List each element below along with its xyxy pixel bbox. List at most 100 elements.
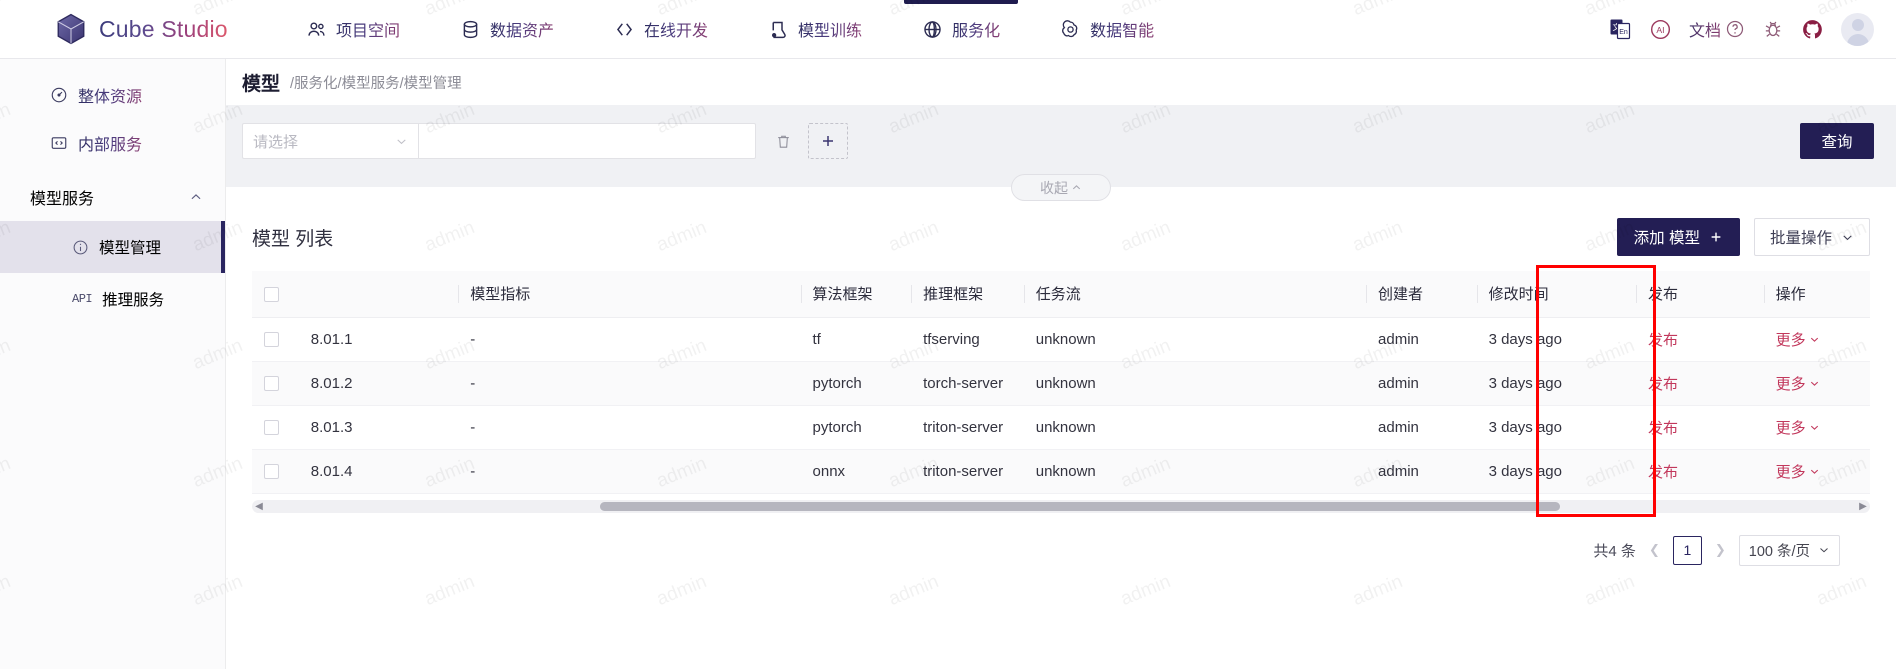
- table-row[interactable]: 8.01.1- tf tfserving unknown admin 3 days ago…: [252, 317, 1870, 362]
- github-button[interactable]: [1801, 18, 1824, 41]
- cell-algo: tf: [800, 317, 912, 362]
- horizontal-scrollbar[interactable]: ◀ ▶: [252, 499, 1870, 513]
- ai-circle-icon: AI: [1650, 19, 1671, 39]
- cell-check: [252, 405, 299, 450]
- model-table: 模型指标 算法框架 推理框架 任务流 创建者 修改时间 发布 操作 8.01.1- tf tfse…: [252, 271, 1870, 494]
- sidebar-item-overall-resources[interactable]: 整体资源: [0, 71, 225, 119]
- sidebar-item-internal-service[interactable]: 内部服务: [0, 119, 225, 167]
- cell-pub: 发布: [1636, 449, 1764, 494]
- publish-link[interactable]: 发布: [1648, 464, 1678, 481]
- translate-button[interactable]: 文 En: [1608, 17, 1632, 41]
- table-header-owner: 创建者: [1366, 271, 1477, 318]
- publish-link[interactable]: 发布: [1648, 420, 1678, 437]
- bug-report-button[interactable]: [1762, 18, 1784, 40]
- nav-item-serving[interactable]: 服务化: [892, 0, 1030, 59]
- header-actions: 文 En AI 文档: [1608, 12, 1896, 46]
- sidebar-item-inference-service[interactable]: API 推理服务: [0, 273, 225, 325]
- filter-add-button[interactable]: [808, 123, 848, 159]
- page-size-label: 100 条/页: [1748, 543, 1810, 560]
- row-checkbox[interactable]: [264, 420, 279, 436]
- table-header-label: 发布: [1648, 286, 1679, 304]
- pagination: 共4 条 ❮ 1 ❯ 100 条/页: [252, 513, 1870, 566]
- nav-label: 项目空间: [336, 17, 400, 41]
- table-row[interactable]: 8.01.4- onnx triton-server unknown admin 3 da…: [252, 449, 1870, 494]
- filter-row: 请选择: [226, 123, 1896, 159]
- publish-link[interactable]: 发布: [1648, 332, 1678, 349]
- table-row[interactable]: 8.01.2- pytorch torch-server unknown admin 3 …: [252, 361, 1870, 406]
- database-icon: [463, 20, 478, 38]
- page-size-select[interactable]: 100 条/页: [1738, 534, 1840, 566]
- scroll-right-arrow[interactable]: ▶: [1856, 501, 1870, 512]
- brand-logo[interactable]: Cube Studio: [0, 12, 276, 46]
- cell-pub: 发布: [1636, 405, 1764, 450]
- cell-metric: -: [458, 361, 801, 406]
- prev-page-button[interactable]: ❮: [1646, 542, 1663, 558]
- nav-item-data-assets[interactable]: 数据资产: [430, 0, 584, 59]
- collapse-filters-button[interactable]: 收起: [1011, 174, 1111, 201]
- sidebar-item-label: 推理服务: [102, 292, 165, 309]
- column-divider: [1636, 285, 1638, 303]
- page-number[interactable]: 1: [1672, 535, 1702, 565]
- nav-item-model-training[interactable]: 模型训练: [738, 0, 892, 59]
- filter-delete-button[interactable]: [764, 123, 802, 159]
- more-actions-link[interactable]: 更多: [1776, 329, 1820, 350]
- filter-field-select[interactable]: 请选择: [242, 123, 418, 159]
- row-checkbox[interactable]: [264, 376, 279, 392]
- docs-button[interactable]: 文档: [1689, 17, 1745, 41]
- row-checkbox[interactable]: [264, 464, 279, 480]
- page-title: 模型: [242, 73, 281, 95]
- sidebar: 整体资源 内部服务 模型服务 模型管理 API 推理服务: [0, 59, 226, 669]
- scroll-left-arrow[interactable]: ◀: [252, 501, 266, 512]
- more-actions-link[interactable]: 更多: [1776, 417, 1820, 438]
- cell-mtime: 3 days ago: [1476, 405, 1637, 450]
- more-label: 更多: [1775, 375, 1806, 393]
- cell-name: 8.01.4: [298, 449, 459, 494]
- add-model-button[interactable]: 添加 模型: [1616, 218, 1740, 256]
- cell-infer: torch-server: [911, 361, 1024, 406]
- avatar[interactable]: [1841, 12, 1874, 46]
- filter-value-input[interactable]: [418, 123, 756, 159]
- ai-button[interactable]: AI: [1649, 18, 1672, 41]
- batch-operations-button[interactable]: 批量操作: [1753, 218, 1870, 256]
- column-divider: [1763, 285, 1765, 303]
- sidebar-item-model-management[interactable]: 模型管理: [0, 221, 225, 273]
- cell-algo: pytorch: [800, 361, 912, 406]
- sidebar-group-model-service[interactable]: 模型服务: [0, 173, 225, 221]
- model-list-panel: 模型 列表 添加 模型 批量操作 模型指标 算法框架 推理框架 任务流 创建者 修改时间发…: [226, 187, 1896, 566]
- cell-algo: onnx: [800, 449, 912, 494]
- filter-bar: 请选择 查询 收起: [226, 105, 1896, 201]
- cell-name: 8.01.1: [298, 317, 459, 362]
- cell-flow: unknown: [1023, 405, 1367, 450]
- table-header-flow: 任务流: [1023, 271, 1367, 318]
- chevron-up-icon: [191, 194, 201, 200]
- table-row[interactable]: 8.01.3- pytorch triton-server unknown admin 3…: [252, 405, 1870, 450]
- filter-select-placeholder: 请选择: [253, 133, 299, 151]
- scrollbar-thumb[interactable]: [600, 501, 1560, 511]
- more-actions-link[interactable]: 更多: [1776, 461, 1820, 482]
- code-icon: [617, 22, 633, 36]
- cell-pub: 发布: [1636, 361, 1764, 406]
- table-head: 模型指标 算法框架 推理框架 任务流 创建者 修改时间 发布 操作: [252, 271, 1870, 318]
- cell-flow: unknown: [1023, 317, 1367, 362]
- info-circle-icon: [73, 240, 88, 254]
- cell-infer: tfserving: [911, 317, 1024, 362]
- table-header-infer: 推理框架: [911, 271, 1024, 318]
- select-all-checkbox[interactable]: [264, 286, 279, 302]
- cell-infer: triton-server: [911, 449, 1024, 494]
- chevron-up-icon: [1072, 185, 1081, 190]
- cell-pub: 发布: [1636, 317, 1764, 362]
- nav-item-project-space[interactable]: 项目空间: [276, 0, 430, 59]
- publish-link[interactable]: 发布: [1648, 376, 1678, 393]
- nav-item-data-intelligence[interactable]: 数据智能: [1030, 0, 1184, 59]
- row-checkbox[interactable]: [264, 332, 279, 348]
- table-header-label: 推理框架: [923, 286, 984, 304]
- more-label: 更多: [1775, 463, 1806, 481]
- bug-icon: [1765, 21, 1781, 37]
- table-header-check: [252, 271, 299, 318]
- query-button[interactable]: 查询: [1800, 123, 1874, 159]
- nav-item-online-dev[interactable]: 在线开发: [584, 0, 738, 59]
- next-page-button[interactable]: ❯: [1712, 542, 1729, 558]
- nav-label: 数据智能: [1090, 17, 1154, 41]
- table-header-name: [298, 271, 459, 318]
- more-actions-link[interactable]: 更多: [1776, 373, 1820, 394]
